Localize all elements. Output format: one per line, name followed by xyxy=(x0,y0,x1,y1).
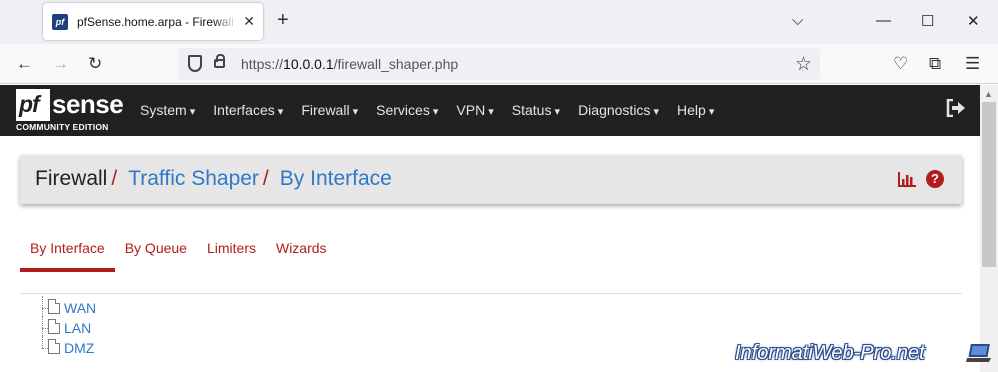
logo-sense-text: sense xyxy=(52,89,124,119)
breadcrumb-by-interface[interactable]: By Interface xyxy=(280,167,392,190)
tracking-shield-icon[interactable] xyxy=(188,55,202,72)
interface-tree: WAN LAN DMZ xyxy=(38,296,96,358)
tab-wizards[interactable]: Wizards xyxy=(266,237,337,272)
bookmark-star-icon[interactable]: ☆ xyxy=(795,53,812,76)
breadcrumb-root: Firewall xyxy=(35,167,108,190)
forward-icon[interactable]: → xyxy=(52,54,69,74)
logo-edition-text: COMMUNITY EDITION xyxy=(16,122,109,132)
document-icon xyxy=(48,299,60,314)
menu-system[interactable]: System xyxy=(140,102,195,118)
tree-item-label[interactable]: DMZ xyxy=(64,340,94,356)
maximize-icon[interactable]: ☐ xyxy=(921,12,934,30)
browser-tab[interactable]: pf pfSense.home.arpa - Firewall: Traffic… xyxy=(43,3,263,40)
scroll-up-arrow-icon[interactable]: ▲ xyxy=(984,89,993,99)
tab-by-queue[interactable]: By Queue xyxy=(115,237,197,272)
tab-by-interface[interactable]: By Interface xyxy=(20,237,115,272)
help-icon[interactable]: ? xyxy=(926,170,944,188)
app-menu-icon[interactable]: ☰ xyxy=(965,54,980,74)
tree-item-dmz[interactable]: DMZ xyxy=(38,336,96,358)
logo-pf-mark: pf xyxy=(16,89,50,121)
new-tab-icon[interactable]: + xyxy=(277,10,289,30)
tab-title: pfSense.home.arpa - Firewall: Traffic Sh… xyxy=(77,14,237,29)
insecure-lock-icon[interactable] xyxy=(214,54,225,68)
bar-chart-icon[interactable] xyxy=(898,172,916,187)
laptop-logo-icon xyxy=(966,344,991,362)
document-icon xyxy=(48,319,60,334)
tab-list-chevron-icon[interactable]: ⌵ xyxy=(792,12,803,29)
tree-connector xyxy=(42,316,43,338)
watermark-text: InformatiWeb-Pro.net xyxy=(735,342,925,364)
tree-item-label[interactable]: WAN xyxy=(64,300,96,316)
back-icon[interactable]: ← xyxy=(16,54,33,74)
breadcrumb: Firewall / Traffic Shaper / By Interface ? xyxy=(20,155,962,204)
tree-item-label[interactable]: LAN xyxy=(64,320,91,336)
menu-diagnostics[interactable]: Diagnostics xyxy=(578,102,659,118)
address-bar[interactable]: https://10.0.0.1/firewall_shaper.php ☆ xyxy=(178,48,820,80)
pfsense-favicon-icon: pf xyxy=(52,13,68,30)
menu-vpn[interactable]: VPN xyxy=(456,102,493,118)
main-menu: System Interfaces Firewall Services VPN … xyxy=(140,102,732,118)
breadcrumb-separator: / xyxy=(262,167,269,190)
menu-help[interactable]: Help xyxy=(677,102,714,118)
page-content: pf sense COMMUNITY EDITION System Interf… xyxy=(0,85,980,372)
menu-interfaces[interactable]: Interfaces xyxy=(213,102,283,118)
tab-limiters[interactable]: Limiters xyxy=(197,237,266,272)
pfsense-header: pf sense COMMUNITY EDITION System Interf… xyxy=(0,85,980,136)
menu-status[interactable]: Status xyxy=(512,102,560,118)
breadcrumb-separator: / xyxy=(111,167,118,190)
minimize-icon[interactable]: — xyxy=(876,12,891,29)
tabs-divider xyxy=(20,293,962,294)
tree-connector xyxy=(42,336,43,348)
window-close-icon[interactable]: ✕ xyxy=(967,12,980,30)
breadcrumb-traffic-shaper[interactable]: Traffic Shaper xyxy=(128,167,259,190)
menu-services[interactable]: Services xyxy=(376,102,438,118)
scrollbar-thumb[interactable] xyxy=(982,102,996,267)
browser-nav-bar: ← → ↻ https://10.0.0.1/firewall_shaper.p… xyxy=(0,44,998,84)
tree-connector xyxy=(42,296,43,318)
document-icon xyxy=(48,339,60,354)
browser-tab-strip: pf pfSense.home.arpa - Firewall: Traffic… xyxy=(0,0,998,44)
shaper-tabs: By Interface By Queue Limiters Wizards xyxy=(20,237,337,272)
tab-close-icon[interactable]: ✕ xyxy=(243,13,255,30)
url-text[interactable]: https://10.0.0.1/firewall_shaper.php xyxy=(241,56,458,72)
extensions-icon[interactable]: ⧉ xyxy=(929,54,941,74)
logout-icon[interactable] xyxy=(946,99,966,117)
tree-item-lan[interactable]: LAN xyxy=(38,316,96,338)
menu-firewall[interactable]: Firewall xyxy=(301,102,358,118)
tree-item-wan[interactable]: WAN xyxy=(38,296,96,318)
reload-icon[interactable]: ↻ xyxy=(88,54,102,74)
pocket-icon[interactable]: ♡ xyxy=(893,54,908,74)
